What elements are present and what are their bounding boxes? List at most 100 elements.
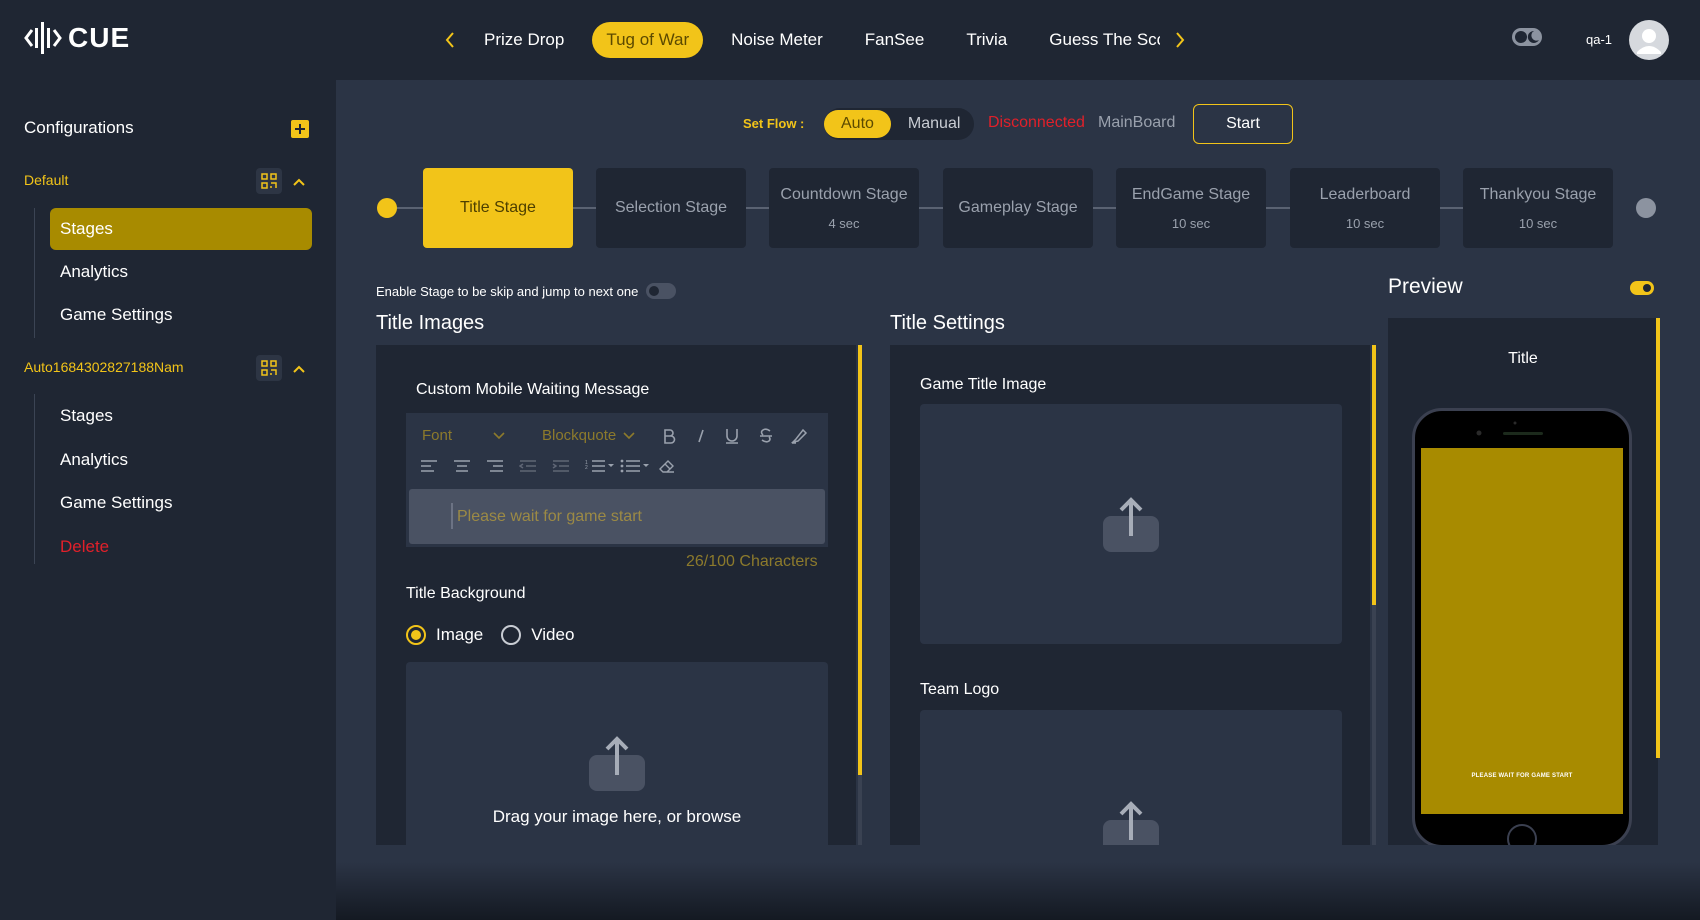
stage-endgame[interactable]: EndGame Stage 10 sec bbox=[1116, 168, 1266, 248]
flow-option-manual[interactable]: Manual bbox=[891, 110, 977, 138]
scrollbar-thumb[interactable] bbox=[858, 345, 862, 775]
bold-icon[interactable] bbox=[662, 428, 676, 444]
sidebar-item-analytics[interactable]: Analytics bbox=[50, 251, 312, 293]
stage-duration: 4 sec bbox=[828, 215, 860, 231]
stage-duration: 10 sec bbox=[1345, 215, 1385, 231]
config-group-default[interactable]: Default bbox=[24, 172, 68, 188]
background-image-dropzone[interactable]: Drag your image here, or browse bbox=[406, 662, 828, 845]
preview-screen-label: Title bbox=[1508, 350, 1538, 367]
sidebar-item-analytics[interactable]: Analytics bbox=[50, 439, 312, 481]
underline-icon[interactable] bbox=[724, 427, 740, 445]
dropzone-text: Drag your image here, or browse bbox=[492, 807, 742, 826]
align-right-icon[interactable] bbox=[486, 459, 504, 473]
stage-selection[interactable]: Selection Stage bbox=[596, 168, 746, 248]
avatar[interactable] bbox=[1629, 20, 1669, 60]
stage-name: EndGame Stage bbox=[1131, 185, 1251, 203]
stage-countdown[interactable]: Countdown Stage 4 sec bbox=[769, 168, 919, 248]
align-center-icon[interactable] bbox=[453, 459, 471, 473]
block-format-select[interactable]: Blockquote bbox=[542, 427, 636, 444]
stage-name: Title Stage bbox=[460, 199, 536, 216]
tab-fansee[interactable]: FanSee bbox=[851, 22, 939, 58]
tab-trivia[interactable]: Trivia bbox=[952, 22, 1021, 58]
qr-code-button[interactable] bbox=[256, 355, 282, 381]
flow-mode-switch: Auto Manual bbox=[824, 108, 974, 140]
title-images-panel: Custom Mobile Waiting Message Font Block… bbox=[376, 345, 856, 845]
sidebar-item-game-settings[interactable]: Game Settings bbox=[50, 482, 312, 524]
font-select-label: Font bbox=[422, 427, 453, 444]
scrollbar-thumb[interactable] bbox=[1656, 318, 1660, 758]
collapse-group-button[interactable] bbox=[292, 361, 306, 379]
font-select[interactable]: Font bbox=[422, 427, 506, 444]
tab-prize-drop[interactable]: Prize Drop bbox=[470, 22, 578, 58]
text-caret bbox=[451, 503, 453, 529]
preview-scrollbar[interactable] bbox=[1656, 318, 1660, 845]
preview-heading: Preview bbox=[1388, 275, 1463, 298]
tree-line bbox=[34, 208, 35, 338]
plus-icon bbox=[295, 124, 305, 134]
stepper-end-dot bbox=[1636, 198, 1656, 218]
rich-text-editor: Font Blockquote 12 Please wait for game … bbox=[406, 413, 828, 547]
scrollbar-thumb[interactable] bbox=[1372, 345, 1376, 605]
stage-name: Gameplay Stage bbox=[958, 199, 1078, 216]
sidebar-item-stages[interactable]: Stages bbox=[50, 395, 312, 437]
collapse-group-button[interactable] bbox=[292, 174, 306, 192]
stage-name: Countdown Stage bbox=[780, 185, 908, 203]
user-icon bbox=[1637, 29, 1661, 54]
radio-image[interactable]: Image bbox=[406, 625, 483, 645]
upload-icon bbox=[1103, 497, 1159, 552]
flow-controls: Set Flow : Auto Manual Disconnected Main… bbox=[336, 104, 1700, 144]
highlight-icon[interactable] bbox=[790, 427, 808, 445]
app-logo[interactable]: CUE bbox=[24, 20, 130, 56]
skip-stage-toggle[interactable] bbox=[646, 283, 677, 299]
title-settings-scrollbar[interactable] bbox=[1372, 345, 1376, 845]
tab-guess-the-score[interactable]: Guess The Sco bbox=[1035, 22, 1160, 58]
theme-toggle[interactable] bbox=[1512, 28, 1542, 51]
config-group-auto[interactable]: Auto1684302827188Nam bbox=[24, 359, 184, 375]
team-logo-dropzone[interactable] bbox=[920, 710, 1342, 845]
bottom-fade bbox=[336, 862, 1700, 920]
stage-duration: 10 sec bbox=[1518, 215, 1558, 231]
qr-code-icon bbox=[261, 360, 277, 376]
sidebar-item-game-settings[interactable]: Game Settings bbox=[50, 294, 312, 336]
stage-leaderboard[interactable]: Leaderboard 10 sec bbox=[1290, 168, 1440, 248]
outdent-icon[interactable] bbox=[519, 459, 537, 473]
qr-code-button[interactable] bbox=[256, 168, 282, 194]
stage-thankyou[interactable]: Thankyou Stage 10 sec bbox=[1463, 168, 1613, 248]
title-background-label: Title Background bbox=[406, 585, 526, 602]
stage-gameplay[interactable]: Gameplay Stage bbox=[943, 168, 1093, 248]
add-configuration-button[interactable] bbox=[291, 120, 309, 138]
indent-icon[interactable] bbox=[552, 459, 570, 473]
align-left-icon[interactable] bbox=[420, 459, 438, 473]
radio-video[interactable]: Video bbox=[501, 625, 574, 645]
logo-text: CUE bbox=[68, 22, 131, 53]
numbered-list-icon[interactable]: 12 bbox=[585, 458, 615, 474]
tabs-next-button[interactable] bbox=[1168, 26, 1192, 54]
phone-waiting-message: PLEASE WAIT FOR GAME START bbox=[1471, 773, 1573, 779]
sidebar-item-delete[interactable]: Delete bbox=[50, 526, 312, 568]
tabs-prev-button[interactable] bbox=[438, 26, 462, 54]
start-button[interactable]: Start bbox=[1193, 104, 1293, 144]
chevron-right-icon bbox=[1176, 32, 1185, 48]
tab-noise-meter[interactable]: Noise Meter bbox=[717, 22, 837, 58]
eraser-icon[interactable] bbox=[658, 458, 676, 474]
logo-icon bbox=[24, 22, 62, 54]
waiting-message-input[interactable]: Please wait for game start bbox=[409, 489, 825, 544]
chevron-up-icon bbox=[293, 178, 305, 186]
title-images-scrollbar[interactable] bbox=[858, 345, 862, 845]
waiting-message-text: Please wait for game start bbox=[457, 507, 642, 525]
game-title-image-dropzone[interactable] bbox=[920, 404, 1342, 644]
strikethrough-icon[interactable] bbox=[758, 427, 774, 445]
italic-icon[interactable] bbox=[696, 428, 706, 444]
team-logo-label: Team Logo bbox=[920, 681, 1000, 698]
connection-status: Disconnected bbox=[988, 114, 1085, 131]
flow-option-auto[interactable]: Auto bbox=[824, 110, 891, 138]
game-tabs: Prize Drop Tug of War Noise Meter FanSee… bbox=[470, 20, 1160, 60]
sidebar-item-stages[interactable]: Stages bbox=[50, 208, 312, 250]
bullet-list-icon[interactable] bbox=[620, 458, 650, 474]
stage-title[interactable]: Title Stage bbox=[423, 168, 573, 248]
title-settings-panel: Game Title Image Team Logo bbox=[890, 345, 1370, 845]
preview-toggle[interactable] bbox=[1630, 281, 1654, 295]
tab-tug-of-war[interactable]: Tug of War bbox=[592, 22, 704, 58]
tree-line bbox=[34, 394, 35, 564]
qr-code-icon bbox=[261, 173, 277, 189]
